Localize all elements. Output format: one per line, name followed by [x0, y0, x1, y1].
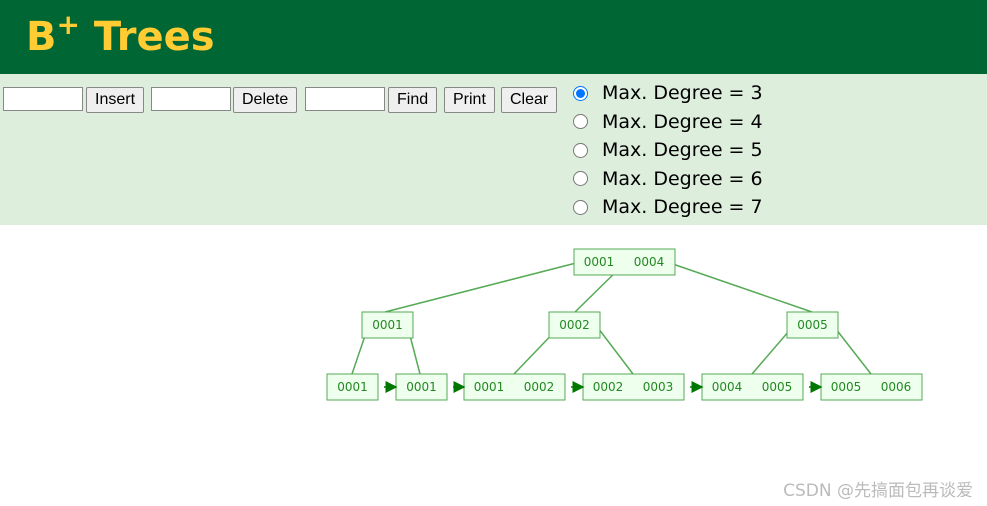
node-key: 0002 — [593, 380, 624, 394]
node-key: 0005 — [797, 318, 828, 332]
node-key: 0001 — [474, 380, 505, 394]
tree-edge — [666, 261, 813, 313]
node-key: 0001 — [337, 380, 368, 394]
node-key: 0003 — [643, 380, 674, 394]
node-key: 0001 — [584, 255, 615, 269]
node-key: 0005 — [762, 380, 793, 394]
node-key: 0005 — [831, 380, 862, 394]
node-key: 0002 — [524, 380, 555, 394]
bplus-tree-canvas: 0001 0004 0001 0002 0005 0001 0001 0001 0002 0002… — [326, 248, 923, 401]
node-key: 0004 — [634, 255, 665, 269]
node-key: 0002 — [559, 318, 590, 332]
node-key: 0006 — [881, 380, 912, 394]
tree-edge — [384, 261, 581, 313]
node-key: 0001 — [406, 380, 437, 394]
node-key: 0001 — [372, 318, 403, 332]
watermark: CSDN @先搞面包再谈爱 — [783, 481, 973, 501]
node-key: 0004 — [712, 380, 743, 394]
tree-edge — [594, 323, 634, 375]
